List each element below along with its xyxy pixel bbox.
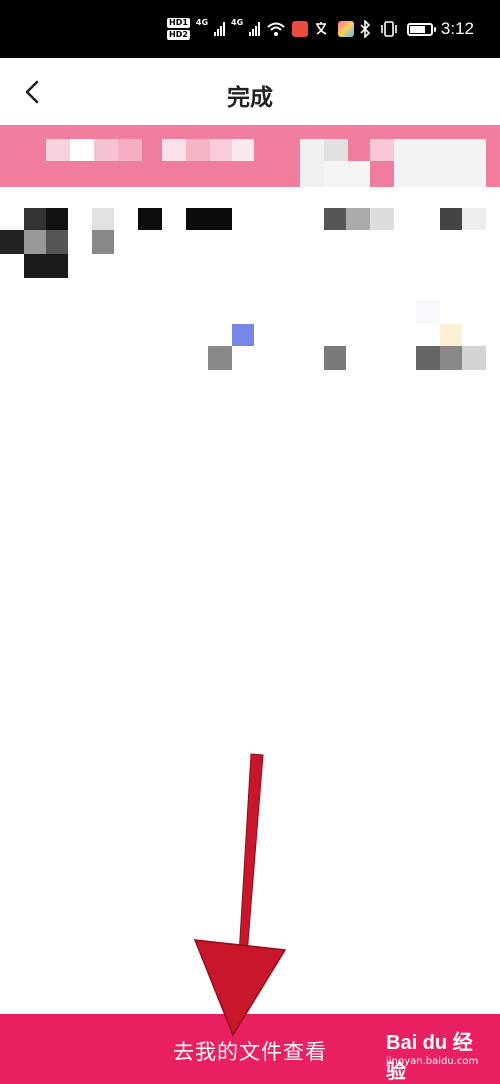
file-banner — [0, 125, 500, 187]
signal-icon-2 — [249, 22, 261, 36]
signal-icon-1 — [214, 22, 226, 36]
bluetooth-icon — [360, 20, 371, 38]
baidu-jingyan-watermark: Bai du 经验 jingyan.baidu.com — [386, 1024, 478, 1083]
watermark-brand: Bai du 经验 — [386, 1032, 473, 1083]
file-info-redacted — [0, 200, 500, 390]
status-left: HD1 HD2 4G 4G — [167, 14, 355, 44]
annotation-arrow-icon — [193, 753, 287, 1037]
hd1-badge: HD1 — [167, 18, 190, 28]
hd2-badge: HD2 — [167, 30, 190, 40]
network-type-1: 4G — [195, 18, 209, 27]
battery-icon — [406, 22, 436, 36]
app-store-icon — [338, 21, 355, 37]
status-time: 3:12 — [440, 19, 474, 38]
wifi-icon — [267, 22, 285, 36]
status-right: 3:12 — [359, 16, 474, 42]
watermark-url: jingyan.baidu.com — [386, 1056, 479, 1067]
page-title: 完成 — [227, 85, 273, 111]
hd-indicators: HD1 HD2 — [167, 18, 190, 40]
app-notification-icon — [292, 21, 309, 37]
network-type-2: 4G — [231, 18, 244, 27]
status-bar: HD1 HD2 4G 4G 3:12 — [0, 0, 500, 58]
vibrate-icon — [381, 21, 397, 37]
screen: HD1 HD2 4G 4G 3:12 完成 去我的文件查看 Bai du 经验 … — [0, 0, 500, 1084]
header: 完成 — [0, 58, 500, 128]
translate-icon — [316, 22, 327, 35]
